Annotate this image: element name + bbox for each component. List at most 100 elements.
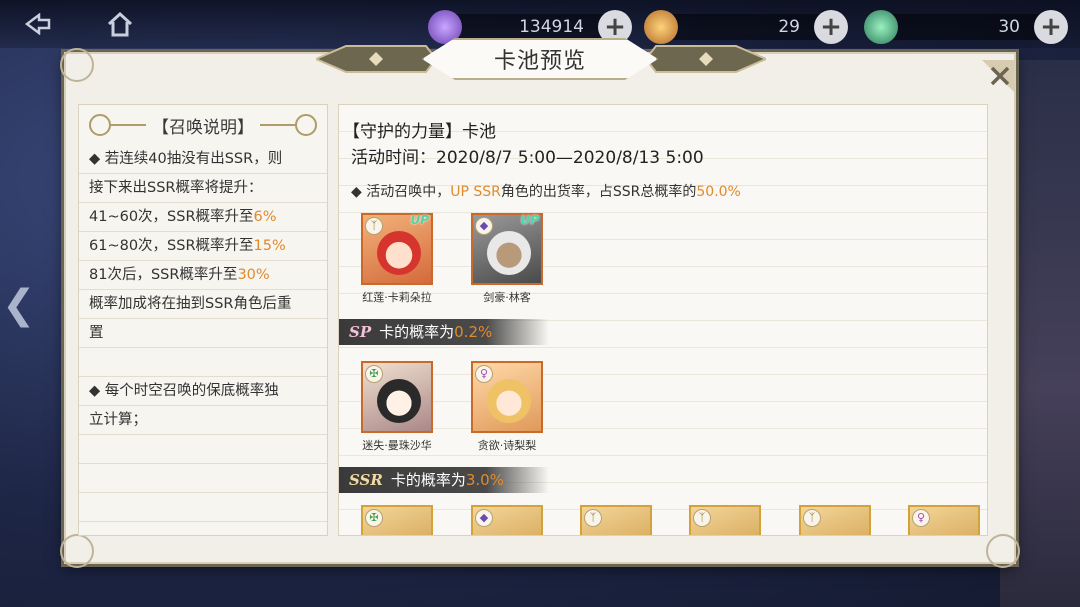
character-portrait: ◆ — [471, 505, 543, 535]
character-face — [377, 379, 421, 423]
character-card[interactable]: ✠ 迷失·曼珠沙华 — [359, 361, 435, 457]
rate-line-3: 81次后，SSR概率升至30% — [89, 261, 321, 290]
element-icon: ◆ — [475, 217, 493, 235]
rate-line-1: 41~60次，SSR概率升至6% — [89, 203, 321, 232]
character-portrait: ᛉ UP — [361, 213, 433, 285]
ticket-icon — [864, 10, 898, 44]
element-icon: ◆ — [475, 509, 493, 527]
character-card[interactable]: ᛉ — [797, 505, 873, 535]
resource-ticket-value: 30 — [998, 17, 1020, 37]
home-icon — [107, 11, 133, 37]
note-text: 角色的出货率，占SSR总概率的 — [500, 184, 697, 200]
home-button[interactable] — [100, 8, 140, 40]
banner-value: 3.0% — [465, 471, 504, 489]
rate-value: 15% — [253, 238, 286, 254]
sp-tag: SP — [349, 323, 372, 341]
header-ornament-right — [295, 114, 317, 136]
rules-spacer — [89, 348, 321, 377]
rate-label: 61~80次，SSR概率升至 — [89, 238, 254, 254]
rate-line-2: 61~80次，SSR概率升至15% — [89, 232, 321, 261]
close-button[interactable] — [978, 56, 1018, 96]
close-icon — [982, 60, 1014, 92]
element-icon: ᛉ — [584, 509, 602, 527]
character-card[interactable]: ♀ 贪欲·诗梨梨 — [469, 361, 545, 457]
character-portrait: ᛉ — [689, 505, 761, 535]
element-icon: ᛉ — [693, 509, 711, 527]
element-icon: ♀ — [912, 509, 930, 527]
note-text: ◆ 活动召唤中， — [351, 184, 451, 200]
ssr-tag: SSR — [349, 471, 383, 489]
rules-line: 立计算； — [89, 412, 147, 428]
resource-crystal-value: 134914 — [519, 17, 584, 37]
dialog-title-bar: 卡池预览 — [316, 38, 766, 80]
rules-title: 【召唤说明】 — [146, 112, 260, 138]
character-name: 剑豪·林客 — [483, 291, 531, 304]
rate-label: 81次后，SSR概率升至 — [89, 267, 238, 283]
character-portrait: ♀ — [908, 505, 980, 535]
summon-rules-panel: 【召唤说明】 ◆ 若连续40抽没有出SSR，则 接下来出SSR概率将提升： 41… — [78, 104, 328, 536]
title-ornament-right — [646, 45, 766, 73]
rules-line: 接下来出SSR概率将提升： — [89, 180, 263, 196]
character-face — [377, 231, 421, 275]
add-ticket-button[interactable]: + — [1034, 10, 1068, 44]
header-ornament-left — [89, 114, 111, 136]
element-icon: ᛉ — [803, 509, 821, 527]
rate-label: 41~60次，SSR概率升至 — [89, 209, 254, 225]
note-value: 50.0% — [696, 184, 741, 200]
element-icon: ✠ — [365, 509, 383, 527]
rate-value: 6% — [253, 209, 277, 225]
character-card[interactable]: ✠ — [359, 505, 435, 535]
resource-orb-value: 29 — [778, 17, 800, 37]
character-portrait: ᛉ — [580, 505, 652, 535]
corner-ornament — [60, 48, 94, 82]
character-portrait: ✠ — [361, 505, 433, 535]
character-portrait: ᛉ — [799, 505, 871, 535]
resource-orb: 29 + — [644, 10, 848, 44]
back-arrow-icon — [24, 13, 51, 35]
character-face — [487, 231, 531, 275]
character-face — [487, 379, 531, 423]
character-card[interactable]: ♀ — [906, 505, 982, 535]
pool-name: 【守护的力量】卡池 — [343, 122, 496, 142]
up-badge: UP — [520, 213, 539, 227]
banner-value: 0.2% — [454, 323, 493, 341]
rate-value: 30% — [237, 267, 270, 283]
character-portrait: ✠ — [361, 361, 433, 433]
add-orb-button[interactable]: + — [814, 10, 848, 44]
element-icon: ᛉ — [365, 217, 383, 235]
banner-text: 卡的概率为 — [379, 323, 455, 341]
character-name: 红莲·卡莉朵拉 — [362, 291, 432, 304]
rules-line: ◆ 每个时空召唤的保底概率独 — [89, 383, 279, 399]
element-icon: ✠ — [365, 365, 383, 383]
element-icon: ♀ — [475, 365, 493, 383]
character-portrait: ◆ UP — [471, 213, 543, 285]
corner-ornament — [60, 534, 94, 568]
resource-ticket: 30 + — [864, 10, 1068, 44]
character-card[interactable]: ᛉ — [687, 505, 763, 535]
character-name: 贪欲·诗梨梨 — [477, 439, 537, 452]
event-time: 活动时间：2020/8/7 5:00—2020/8/13 5:00 — [351, 148, 704, 168]
rules-header: 【召唤说明】 — [83, 109, 323, 141]
back-button[interactable] — [18, 8, 58, 40]
left-arrow-icon[interactable]: ❮ — [2, 282, 36, 328]
character-card[interactable]: ◆ — [469, 505, 545, 535]
rules-text: ◆ 若连续40抽没有出SSR，则 接下来出SSR概率将提升： 41~60次，SS… — [89, 145, 321, 435]
note-highlight: UP SSR — [450, 184, 501, 200]
up-rate-note: ◆ 活动召唤中，UP SSR角色的出货率，占SSR总概率的50.0% — [351, 181, 741, 201]
character-card[interactable]: ◆ UP 剑豪·林客 — [469, 213, 545, 309]
corner-ornament — [986, 534, 1020, 568]
rules-line: 置 — [89, 325, 104, 341]
up-badge: UP — [410, 213, 429, 227]
character-card[interactable]: ᛉ — [578, 505, 654, 535]
character-name: 迷失·曼珠沙华 — [362, 439, 432, 452]
rules-line: ◆ 若连续40抽没有出SSR，则 — [89, 151, 283, 167]
sp-rate-banner: SP 卡的概率为0.2% — [339, 319, 549, 345]
resource-crystal: 134914 + — [428, 10, 632, 44]
pool-details-panel: 【守护的力量】卡池 活动时间：2020/8/7 5:00—2020/8/13 5… — [338, 104, 988, 536]
rules-line: 概率加成将在抽到SSR角色后重 — [89, 296, 292, 312]
character-portrait: ♀ — [471, 361, 543, 433]
character-card[interactable]: ᛉ UP 红莲·卡莉朵拉 — [359, 213, 435, 309]
dialog-title: 卡池预览 — [422, 38, 658, 80]
title-ornament-left — [316, 45, 436, 73]
ssr-rate-banner: SSR 卡的概率为3.0% — [339, 467, 549, 493]
